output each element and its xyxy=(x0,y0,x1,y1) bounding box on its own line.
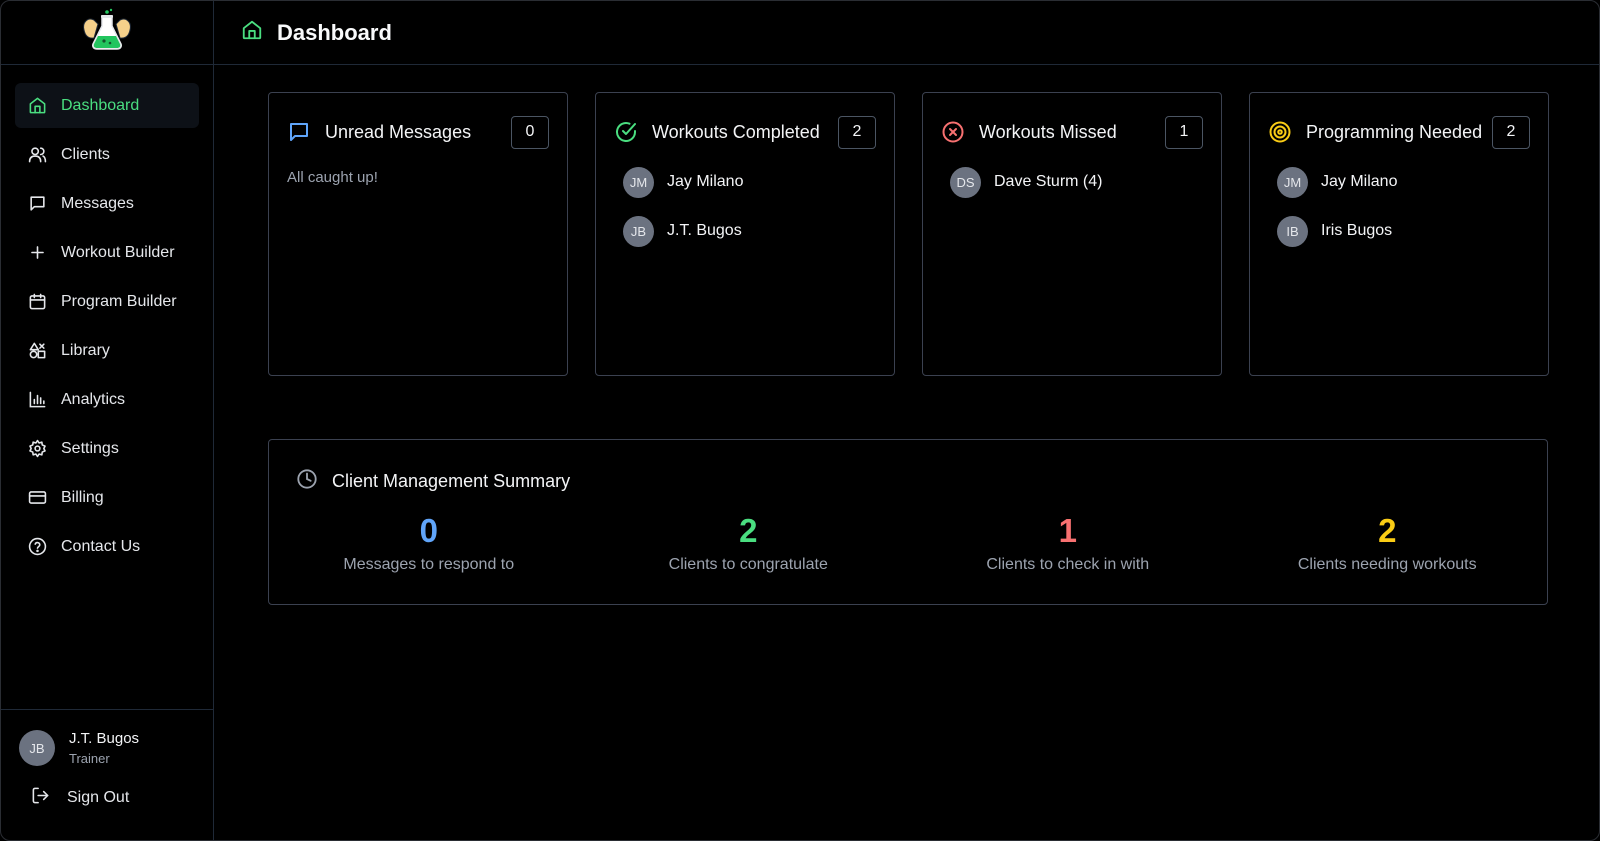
sidebar-item-label: Library xyxy=(61,341,110,359)
unread-messages-card: Unread Messages 0 All caught up! xyxy=(268,92,568,376)
gear-icon xyxy=(27,439,47,459)
logo-area xyxy=(1,1,213,65)
check-circle-icon xyxy=(614,120,638,144)
plus-icon xyxy=(27,243,47,263)
workouts-completed-card: Workouts Completed 2 JM Jay Milano JB J.… xyxy=(595,92,895,376)
sidebar-item-billing[interactable]: Billing xyxy=(15,475,199,520)
list-item[interactable]: JM Jay Milano xyxy=(623,166,743,198)
sidebar-item-label: Dashboard xyxy=(61,96,140,114)
calendar-icon xyxy=(27,292,47,312)
list-item[interactable]: IB Iris Bugos xyxy=(1277,215,1397,247)
list-item[interactable]: DS Dave Sturm (4) xyxy=(950,166,1102,198)
card-title: Workouts Completed xyxy=(652,121,820,142)
card-title: Workouts Missed xyxy=(979,121,1117,142)
user-profile[interactable]: JB J.T. Bugos Trainer xyxy=(19,730,139,766)
card-title: Unread Messages xyxy=(325,121,472,142)
stat-label: Clients needing workouts xyxy=(1297,556,1477,573)
sidebar-item-clients[interactable]: Clients xyxy=(15,132,199,177)
sidebar-item-library[interactable]: Library xyxy=(15,328,199,373)
stat-needing-workouts: 2 Clients needing workouts xyxy=(1228,512,1548,574)
count-badge: 2 xyxy=(838,115,876,149)
client-list: JM Jay Milano JB J.T. Bugos xyxy=(623,166,743,264)
clock-icon xyxy=(296,468,332,495)
client-list: DS Dave Sturm (4) xyxy=(950,166,1102,215)
x-circle-icon xyxy=(941,120,965,144)
avatar: JB xyxy=(19,730,55,766)
summary-title: Client Management Summary xyxy=(332,471,571,491)
programming-needed-card: Programming Needed 2 JM Jay Milano IB Ir… xyxy=(1249,92,1549,376)
sidebar-item-contact-us[interactable]: Contact Us xyxy=(15,524,199,569)
avatar: DS xyxy=(950,166,981,198)
stat-label: Messages to respond to xyxy=(343,556,515,573)
page-header: Dashboard xyxy=(214,1,1599,65)
sidebar-item-label: Contact Us xyxy=(61,537,141,555)
sidebar-item-label: Clients xyxy=(61,145,110,163)
sidebar-item-workout-builder[interactable]: Workout Builder xyxy=(15,230,199,275)
sign-out-label: Sign Out xyxy=(67,789,130,806)
card-title: Programming Needed xyxy=(1306,121,1483,142)
stat-label: Clients to congratulate xyxy=(668,556,828,573)
sign-out-button[interactable]: Sign Out xyxy=(31,786,129,810)
list-item[interactable]: JB J.T. Bugos xyxy=(623,215,743,247)
sidebar-item-analytics[interactable]: Analytics xyxy=(15,377,199,422)
bar-chart-icon xyxy=(27,390,47,410)
client-name: J.T. Bugos xyxy=(667,222,742,239)
client-name: Jay Milano xyxy=(667,173,744,190)
avatar: IB xyxy=(1277,215,1308,247)
sidebar-item-label: Workout Builder xyxy=(61,243,175,261)
users-icon xyxy=(27,145,47,165)
count-badge: 2 xyxy=(1492,115,1530,149)
client-name: Jay Milano xyxy=(1321,173,1398,190)
help-circle-icon xyxy=(27,537,47,557)
stat-check-in: 1 Clients to check in with xyxy=(908,512,1228,574)
empty-state-text: All caught up! xyxy=(287,169,378,186)
stat-label: Clients to check in with xyxy=(986,556,1150,573)
target-icon xyxy=(1268,120,1292,144)
sidebar-item-label: Program Builder xyxy=(61,292,177,310)
summary-stats: 0 Messages to respond to 2 Clients to co… xyxy=(269,512,1547,574)
message-icon xyxy=(287,120,311,144)
app-window: Dashboard Clients Messages Workout Build… xyxy=(0,0,1600,841)
shapes-icon xyxy=(27,341,47,361)
sidebar-item-label: Messages xyxy=(61,194,134,212)
stat-value: 1 xyxy=(1058,512,1077,549)
stat-value: 2 xyxy=(1378,512,1397,549)
home-icon xyxy=(241,19,277,46)
sidebar-item-label: Settings xyxy=(61,439,119,457)
flask-biceps-logo[interactable] xyxy=(80,8,134,57)
sidebar: Dashboard Clients Messages Workout Build… xyxy=(1,1,214,840)
message-icon xyxy=(27,194,47,214)
stat-value: 2 xyxy=(739,512,758,549)
client-management-summary: Client Management Summary 0 Messages to … xyxy=(268,439,1548,605)
client-list: JM Jay Milano IB Iris Bugos xyxy=(1277,166,1397,264)
page-title: Dashboard xyxy=(277,19,392,45)
stat-congratulate: 2 Clients to congratulate xyxy=(589,512,909,574)
client-name: Iris Bugos xyxy=(1321,222,1393,239)
stat-value: 0 xyxy=(419,512,438,549)
stat-messages: 0 Messages to respond to xyxy=(269,512,589,574)
user-role: Trainer xyxy=(69,751,110,766)
workouts-missed-card: Workouts Missed 1 DS Dave Sturm (4) xyxy=(922,92,1222,376)
sidebar-item-messages[interactable]: Messages xyxy=(15,181,199,226)
sidebar-item-label: Analytics xyxy=(61,390,126,408)
credit-card-icon xyxy=(27,488,47,508)
avatar: JM xyxy=(1277,166,1308,198)
user-name: J.T. Bugos xyxy=(69,730,140,747)
client-name: Dave Sturm (4) xyxy=(994,173,1103,190)
sidebar-footer: JB J.T. Bugos Trainer Sign Out xyxy=(1,709,213,840)
home-icon xyxy=(27,96,47,116)
sidebar-item-dashboard[interactable]: Dashboard xyxy=(15,83,199,128)
logout-icon xyxy=(31,786,67,810)
count-badge: 0 xyxy=(511,115,549,149)
sidebar-item-program-builder[interactable]: Program Builder xyxy=(15,279,199,324)
sidebar-item-settings[interactable]: Settings xyxy=(15,426,199,471)
avatar: JB xyxy=(623,215,654,247)
list-item[interactable]: JM Jay Milano xyxy=(1277,166,1397,198)
sidebar-item-label: Billing xyxy=(61,488,104,506)
avatar: JM xyxy=(623,166,654,198)
count-badge: 1 xyxy=(1165,115,1203,149)
sidebar-nav: Dashboard Clients Messages Workout Build… xyxy=(1,65,213,569)
